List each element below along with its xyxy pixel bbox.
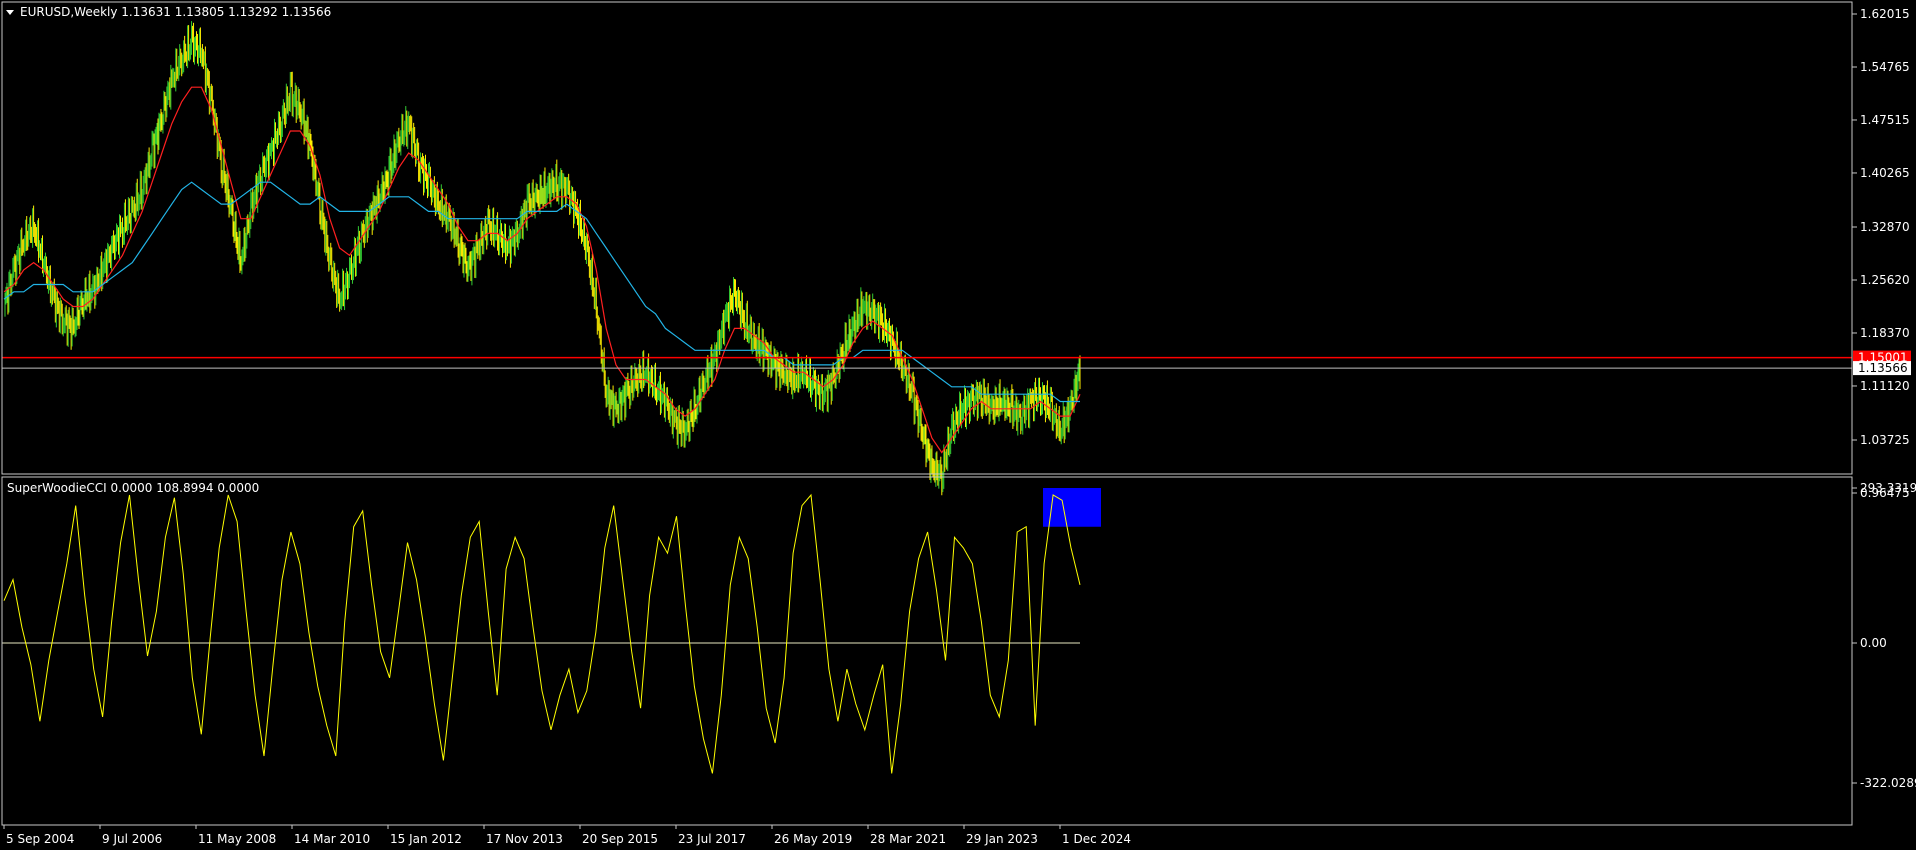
price-tick-label: 1.40265 bbox=[1860, 166, 1910, 180]
time-tick-label: 17 Nov 2013 bbox=[486, 832, 563, 846]
cci-tick-label: -322.0289 bbox=[1860, 776, 1916, 790]
price-tick-label: 1.62015 bbox=[1860, 7, 1910, 21]
price-tick-label: 1.25620 bbox=[1860, 273, 1910, 287]
time-tick-label: 28 Mar 2021 bbox=[870, 832, 946, 846]
time-tick-label: 9 Jul 2006 bbox=[102, 832, 162, 846]
time-tick-label: 23 Jul 2017 bbox=[678, 832, 746, 846]
price-tick-label: 1.47515 bbox=[1860, 113, 1910, 127]
indicator-info: SuperWoodieCCI 0.0000 108.8994 0.0000 bbox=[7, 481, 259, 495]
cci-tick-label: 0.00 bbox=[1860, 636, 1887, 650]
time-tick-label: 20 Sep 2015 bbox=[582, 832, 658, 846]
time-tick-label: 15 Jan 2012 bbox=[390, 832, 462, 846]
time-tick-label: 5 Sep 2004 bbox=[6, 832, 74, 846]
time-tick-label: 26 May 2019 bbox=[774, 832, 852, 846]
time-tick-label: 14 Mar 2010 bbox=[294, 832, 370, 846]
cci-tick-label: 293.3319 bbox=[1860, 481, 1916, 495]
symbol-info: EURUSD,Weekly 1.13631 1.13805 1.13292 1.… bbox=[20, 5, 331, 19]
current-price-label: 1.13566 bbox=[1858, 361, 1908, 375]
time-tick-label: 1 Dec 2024 bbox=[1062, 832, 1131, 846]
chart-canvas: EURUSD,Weekly 1.13631 1.13805 1.13292 1.… bbox=[0, 0, 1916, 850]
price-tick-label: 1.18370 bbox=[1860, 326, 1910, 340]
time-tick-label: 11 May 2008 bbox=[198, 832, 276, 846]
price-tick-label: 1.03725 bbox=[1860, 433, 1910, 447]
price-tick-label: 1.54765 bbox=[1860, 60, 1910, 74]
price-tick-label: 1.11120 bbox=[1860, 379, 1910, 393]
price-tick-label: 1.32870 bbox=[1860, 220, 1910, 234]
time-tick-label: 29 Jan 2023 bbox=[966, 832, 1038, 846]
